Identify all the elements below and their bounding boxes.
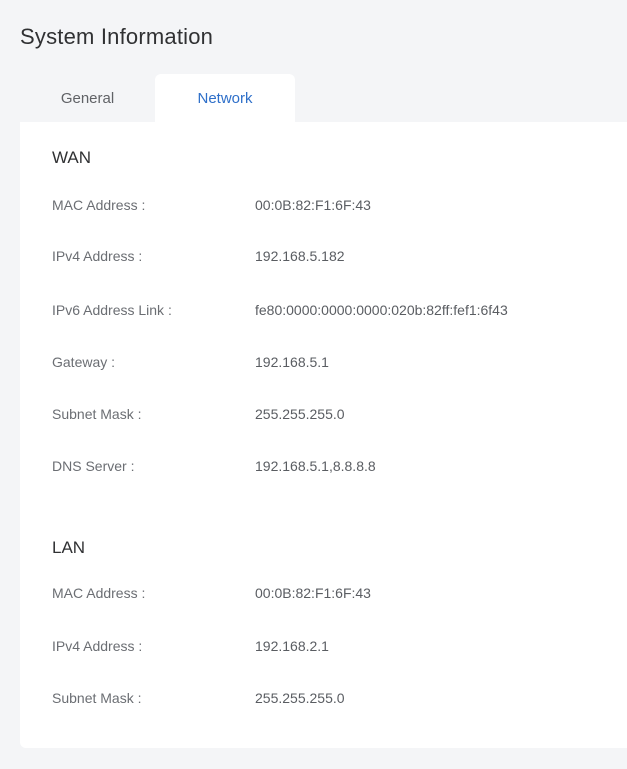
lan-mac-address-label: MAC Address : xyxy=(52,585,146,601)
lan-ipv4-address-value: 192.168.2.1 xyxy=(255,638,329,654)
wan-ipv6-address-link-label: IPv6 Address Link : xyxy=(52,302,172,318)
wan-dns-server-label: DNS Server : xyxy=(52,458,135,474)
lan-ipv4-address-label: IPv4 Address : xyxy=(52,638,143,654)
wan-ipv4-address-label: IPv4 Address : xyxy=(52,248,143,264)
wan-dns-server-value: 192.168.5.1,8.8.8.8 xyxy=(255,458,376,474)
tab-general[interactable]: General xyxy=(20,74,155,122)
wan-subnet-mask-label: Subnet Mask : xyxy=(52,406,142,422)
wan-mac-address-value: 00:0B:82:F1:6F:43 xyxy=(255,197,371,213)
network-panel: WAN MAC Address : 00:0B:82:F1:6F:43 IPv4… xyxy=(20,122,627,748)
tab-network[interactable]: Network xyxy=(155,74,295,122)
wan-ipv4-address-value: 192.168.5.182 xyxy=(255,248,345,264)
lan-subnet-mask-label: Subnet Mask : xyxy=(52,690,142,706)
lan-mac-address-value: 00:0B:82:F1:6F:43 xyxy=(255,585,371,601)
lan-section-title: LAN xyxy=(52,538,86,557)
wan-gateway-value: 192.168.5.1 xyxy=(255,354,329,370)
system-information-page: System Information General Network WAN M… xyxy=(0,0,627,769)
wan-mac-address-label: MAC Address : xyxy=(52,197,146,213)
page-title: System Information xyxy=(20,24,214,49)
wan-section-title: WAN xyxy=(52,148,92,167)
wan-gateway-label: Gateway : xyxy=(52,354,116,370)
wan-subnet-mask-value: 255.255.255.0 xyxy=(255,406,345,422)
tab-bar: General Network xyxy=(20,74,295,122)
lan-subnet-mask-value: 255.255.255.0 xyxy=(255,690,345,706)
wan-ipv6-address-link-value: fe80:0000:0000:0000:020b:82ff:fef1:6f43 xyxy=(255,302,508,318)
